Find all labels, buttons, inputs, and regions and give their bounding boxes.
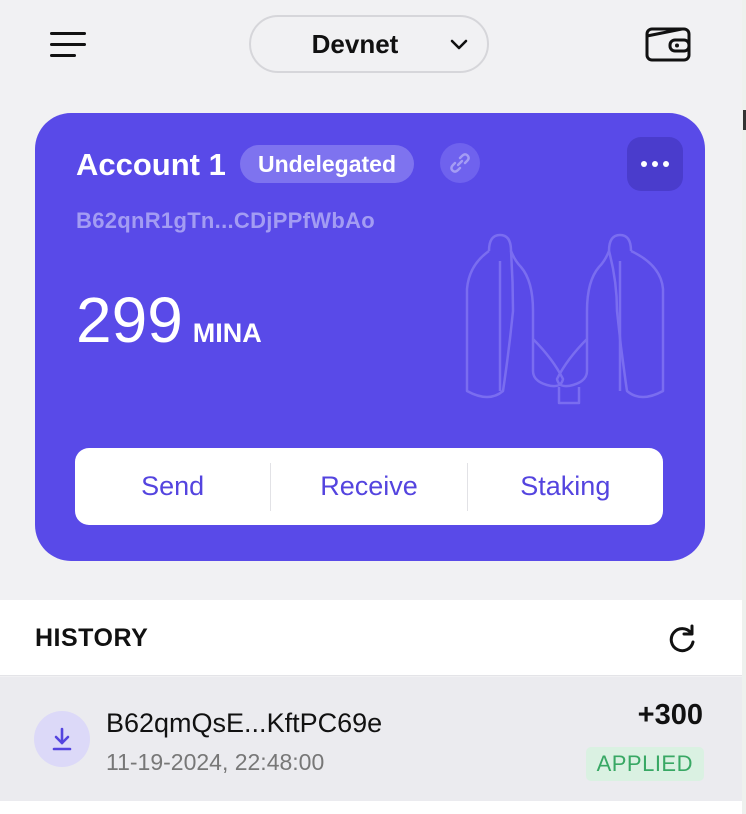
transaction-row[interactable]: B62qmQsE...KftPC69e 11-19-2024, 22:48:00… <box>0 677 746 801</box>
hamburger-menu-icon[interactable] <box>50 24 92 64</box>
receive-button[interactable]: Receive <box>271 448 466 525</box>
download-icon <box>34 711 90 767</box>
transaction-status-badge: APPLIED <box>585 747 704 781</box>
account-address[interactable]: B62qnR1gTn...CDjPPfWbAo <box>76 208 375 234</box>
send-button[interactable]: Send <box>75 448 270 525</box>
network-label: Devnet <box>311 28 399 59</box>
chain-link-icon <box>450 153 470 173</box>
history-title: HISTORY <box>35 624 149 652</box>
account-card: Account 1 Undelegated B62qnR1gTn...CDjPP… <box>35 113 705 561</box>
transaction-amount: +300 <box>637 699 703 731</box>
transaction-address: B62qmQsE...KftPC69e <box>106 708 383 738</box>
top-bar: Devnet <box>0 0 746 92</box>
account-name: Account 1 <box>76 147 226 182</box>
transaction-timestamp: 11-19-2024, 22:48:00 <box>106 749 325 775</box>
history-header: HISTORY <box>0 600 746 676</box>
balance-value: 299 <box>76 284 183 356</box>
bottom-strip <box>0 801 746 814</box>
account-actions: Send Receive Staking <box>75 448 663 525</box>
network-selector[interactable]: Devnet <box>249 15 489 73</box>
refresh-icon[interactable] <box>664 622 700 658</box>
delegation-status-badge: Undelegated <box>240 145 415 183</box>
staking-button[interactable]: Staking <box>468 448 663 525</box>
wallet-icon[interactable] <box>644 22 692 66</box>
link-icon[interactable] <box>440 143 480 183</box>
mina-logo-watermark <box>465 233 665 405</box>
chevron-down-icon <box>450 39 468 50</box>
balance-unit: MINA <box>192 318 262 348</box>
more-options-icon[interactable] <box>627 137 683 191</box>
account-balance: 299 MINA <box>76 283 262 357</box>
